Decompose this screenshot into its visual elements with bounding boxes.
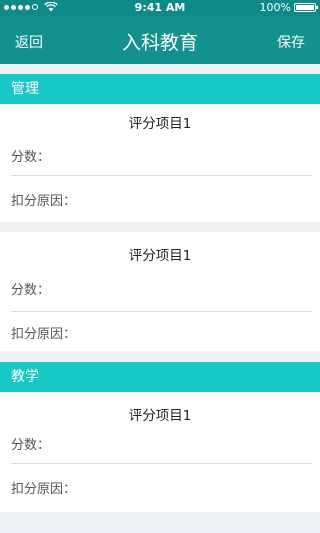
- divider: [11, 175, 312, 176]
- deduction-reason-field[interactable]: 扣分原因：: [11, 323, 76, 342]
- score-field[interactable]: 分数：: [11, 434, 50, 453]
- section-header-management: 管理: [0, 74, 320, 104]
- section-header-teaching: 教学: [0, 362, 320, 392]
- battery-percent: 100%: [259, 1, 291, 14]
- divider: [11, 463, 312, 464]
- score-item-title: 评分项目1: [128, 408, 192, 424]
- score-item-title: 评分项目1: [128, 116, 192, 132]
- deduction-reason-field[interactable]: 扣分原因：: [11, 478, 76, 497]
- save-button[interactable]: 保存: [277, 32, 305, 52]
- score-item-title: 评分项目1: [128, 248, 192, 264]
- score-item-card: 评分项目1 分数： 扣分原因：: [0, 232, 320, 351]
- score-field[interactable]: 分数：: [11, 279, 50, 298]
- page-title: 入科教育: [121, 32, 198, 54]
- status-bar: 9:41 AM 100%: [0, 0, 320, 16]
- score-item-card: 评分项目1 分数： 扣分原因：: [0, 104, 320, 222]
- battery-icon: [294, 3, 318, 12]
- score-item-card: 评分项目1 分数： 扣分原因：: [0, 392, 320, 512]
- divider: [11, 311, 312, 312]
- score-field[interactable]: 分数：: [11, 146, 50, 165]
- deduction-reason-field[interactable]: 扣分原因：: [11, 190, 76, 209]
- nav-bar: 返回 入科教育 保存: [0, 16, 320, 64]
